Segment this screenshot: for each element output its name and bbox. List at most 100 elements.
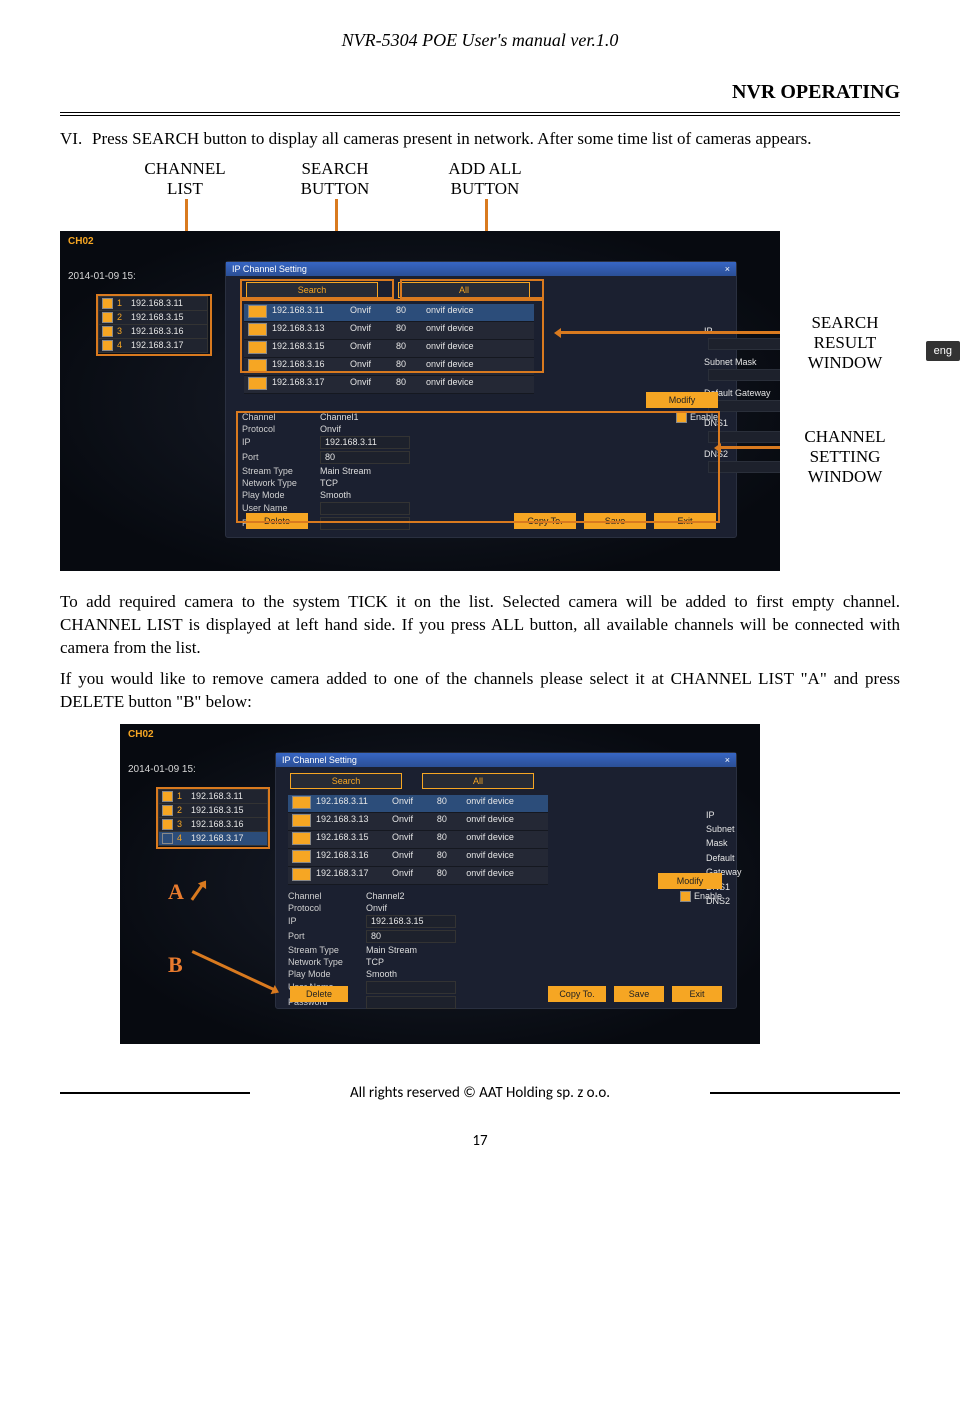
result-proto: Onvif — [388, 867, 433, 884]
corner-ch-label: CH02 — [68, 236, 94, 247]
result-check-icon[interactable] — [248, 377, 267, 390]
section-heading: NVR OPERATING — [60, 81, 900, 104]
lbl-ip-2: IP — [706, 810, 715, 820]
label-search-result-window: SEARCH RESULT WINDOW — [790, 313, 900, 373]
figure-2-wrap: CH02 2014-01-09 15: 1192.168.3.112192.16… — [120, 724, 900, 1044]
result-check-icon[interactable] — [292, 796, 311, 809]
modify-button-2[interactable]: Modify — [658, 873, 722, 889]
result-port: 80 — [433, 813, 462, 830]
result-proto: Onvif — [388, 813, 433, 830]
enable-label-2: Enable — [694, 891, 722, 901]
close-icon[interactable]: × — [725, 264, 730, 274]
setting-value: Smooth — [366, 969, 397, 979]
highlight-channel-list — [96, 294, 212, 356]
add-all-button-2[interactable]: All — [422, 773, 534, 789]
result-port: 80 — [433, 831, 462, 848]
result-proto: Onvif — [388, 849, 433, 866]
result-ip: 192.168.3.11 — [312, 795, 388, 812]
footer-text: All rights reserved © AAT Holding sp. z … — [250, 1084, 710, 1102]
result-ip: 192.168.3.15 — [312, 831, 388, 848]
setting-value: Channel2 — [366, 891, 405, 901]
setting-field[interactable]: 80 — [366, 930, 456, 943]
delete-button-2[interactable]: Delete — [290, 986, 348, 1002]
result-row[interactable]: 192.168.3.15Onvif80onvif device — [288, 831, 548, 849]
result-row[interactable]: 192.168.3.17Onvif80onvif device — [288, 867, 548, 885]
result-device: onvif device — [462, 831, 548, 848]
setting-label: Play Mode — [288, 969, 366, 979]
result-row[interactable]: 192.168.3.13Onvif80onvif device — [288, 813, 548, 831]
save-button-2[interactable]: Save — [614, 986, 664, 1002]
connector-lines — [130, 199, 900, 231]
copy-to-button-2[interactable]: Copy To. — [548, 986, 606, 1002]
field-ip[interactable] — [708, 338, 780, 350]
date-label-2: 2014-01-09 15: — [128, 764, 196, 775]
result-check-icon[interactable] — [292, 832, 311, 845]
result-row[interactable]: 192.168.3.11Onvif80onvif device — [288, 795, 548, 813]
callout-search-button: SEARCH BUTTON — [280, 159, 390, 199]
close-icon-2[interactable]: × — [725, 755, 730, 765]
figure-2: CH02 2014-01-09 15: 1192.168.3.112192.16… — [120, 724, 760, 1044]
setting-row: Network TypeTCP — [288, 957, 718, 967]
result-ip: 192.168.3.17 — [312, 867, 388, 884]
exit-button-2[interactable]: Exit — [672, 986, 722, 1002]
result-device: onvif device — [462, 813, 548, 830]
dialog-title-bar-2: IP Channel Setting × — [276, 753, 736, 767]
setting-label: Port — [288, 931, 366, 941]
setting-row: ChannelChannel2 — [288, 891, 718, 901]
setting-label: Stream Type — [288, 945, 366, 955]
result-check-icon[interactable] — [292, 850, 311, 863]
figure-1-wrap: CH02 2014-01-09 15: 1192.168.3.112192.16… — [60, 231, 900, 581]
step-number: VI. — [60, 128, 92, 151]
highlight-result-table — [240, 299, 544, 373]
result-ip: 192.168.3.17 — [268, 376, 346, 393]
modify-button[interactable]: Modify — [646, 392, 718, 408]
lbl-subnet: Subnet Mask — [704, 357, 757, 367]
result-port: 80 — [433, 867, 462, 884]
highlight-all-btn — [400, 279, 544, 299]
result-device: onvif device — [422, 376, 510, 393]
setting-row: ProtocolOnvif — [288, 903, 718, 913]
dialog-title: IP Channel Setting — [232, 264, 307, 274]
result-row[interactable]: 192.168.3.17Onvif80onvif device — [244, 376, 534, 394]
corner-ch-label-2: CH02 — [128, 729, 154, 740]
result-device: onvif device — [462, 849, 548, 866]
setting-value: TCP — [366, 957, 384, 967]
search-button-2[interactable]: Search — [290, 773, 402, 789]
top-callouts: CHANNEL LIST SEARCH BUTTON ADD ALL BUTTO… — [130, 159, 900, 199]
setting-field[interactable]: 192.168.3.15 — [366, 915, 456, 928]
setting-row: IP192.168.3.15 — [288, 915, 718, 928]
search-result-table-2: 192.168.3.11Onvif80onvif device192.168.3… — [288, 795, 548, 885]
result-check-icon[interactable] — [292, 814, 311, 827]
setting-row: Stream TypeMain Stream — [288, 945, 718, 955]
setting-value: Onvif — [366, 903, 387, 913]
result-check-icon[interactable] — [292, 868, 311, 881]
result-row[interactable]: 192.168.3.16Onvif80onvif device — [288, 849, 548, 867]
step-text: Press SEARCH button to display all camer… — [92, 128, 812, 151]
marker-b: B — [168, 952, 183, 978]
setting-row: Port80 — [288, 930, 718, 943]
dialog-title-2: IP Channel Setting — [282, 755, 357, 765]
label-channel-setting-window: CHANNEL SETTING WINDOW — [790, 427, 900, 487]
result-proto: Onvif — [346, 376, 392, 393]
setting-label: Channel — [288, 891, 366, 901]
result-proto: Onvif — [388, 795, 433, 812]
highlight-channel-list-2 — [156, 787, 270, 849]
highlight-search-btn — [240, 279, 394, 299]
result-port: 80 — [433, 795, 462, 812]
dialog-title-bar: IP Channel Setting × — [226, 262, 736, 276]
result-device: onvif device — [462, 867, 548, 884]
footer-rule: All rights reserved © AAT Holding sp. z … — [60, 1084, 900, 1102]
separator-rule — [60, 112, 900, 116]
arrow-channel-setting — [720, 446, 780, 449]
setting-value: Main Stream — [366, 945, 417, 955]
lbl-subnet-2: Subnet Mask — [706, 824, 735, 848]
callout-channel-list: CHANNEL LIST — [130, 159, 240, 199]
marker-a: A — [168, 879, 184, 905]
enable-checkbox-2[interactable]: Enable — [680, 891, 722, 902]
setting-row: Play ModeSmooth — [288, 969, 718, 979]
result-ip: 192.168.3.13 — [312, 813, 388, 830]
result-proto: Onvif — [388, 831, 433, 848]
callout-add-all-button: ADD ALL BUTTON — [430, 159, 540, 199]
field-subnet[interactable] — [708, 369, 780, 381]
result-port: 80 — [433, 849, 462, 866]
